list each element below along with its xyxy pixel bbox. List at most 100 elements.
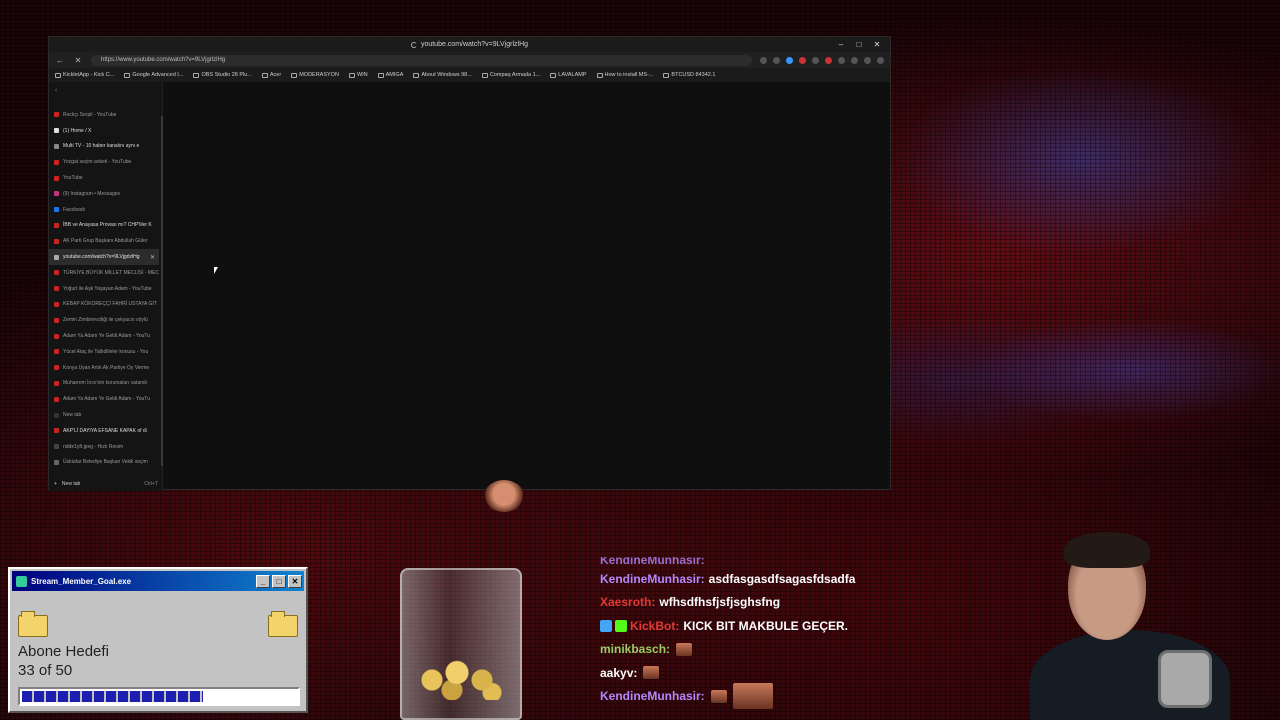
new-tab-button[interactable]: + New tab Ctrl+T [49,481,163,487]
collapse-sidebar-icon[interactable]: ‹ [49,82,162,100]
menu-icon[interactable] [877,56,884,64]
tab-item[interactable]: İBB ve Anayasa Provası mı? CHP'liler K [49,218,159,234]
chat-text: KICK BIT MAKBULE GEÇER. [683,618,849,633]
minimize-button[interactable]: – [832,37,850,52]
bookmark-icon [291,72,298,78]
url-field[interactable]: https://www.youtube.com/watch?v=9LVjgrlz… [91,54,752,66]
bookmark-label: Google Advanced I... [132,72,184,78]
close-tab-icon[interactable]: ✕ [150,254,155,261]
goal-window-title: Stream_Member_Goal.exe [31,576,132,586]
tab-item[interactable]: Multi TV - 10 haber kanalını aynı e [49,139,159,155]
goal-label: Abone Hedefi [18,643,109,660]
favorites-icon[interactable] [851,56,858,64]
tab-favicon-icon [54,270,59,276]
tab-item[interactable]: Yücel Ataç ile Tatlıdilleler konusu - Yo… [49,344,159,360]
tab-item[interactable]: Adam Ya Adam Ye Geldi Adam - YouTu [49,391,159,407]
back-icon[interactable]: ← [55,56,65,65]
bookmark-item[interactable]: Google Advanced I... [124,72,183,78]
tab-item[interactable]: Yoğurt ile Aşk Yaşayan Adam - YouTube [49,281,159,297]
loading-icon [410,41,417,48]
minimize-button[interactable]: _ [256,574,270,588]
maximize-button[interactable]: □ [850,37,868,52]
extension-icon[interactable] [773,56,780,64]
bookmark-item[interactable]: BTCUSD 84342.1 [663,72,715,78]
tab-title: İBB ve Anayasa Provası mı? CHP'liler K [63,222,152,229]
tab-item[interactable]: Facebook [49,202,159,218]
tab-item[interactable]: AKP'Lİ DAYIYA EFSANE KAPAK of di [49,423,159,439]
verified-badge-icon [615,619,627,632]
tab-favicon-icon [54,349,59,355]
tab-item[interactable]: ndde1yft.jpeg - Hızlı Resim [49,439,159,455]
tab-favicon-icon [54,238,59,244]
member-goal-window: Stream_Member_Goal.exe _ □ ✕ Abone Hedef… [8,567,308,713]
bookmark-label: AMIGA [385,72,404,78]
bookmark-item[interactable]: MODERASYON [291,72,339,78]
bookmark-item[interactable]: About Windows 98... [413,72,472,78]
tab-item[interactable]: AK Parti Grup Başkanı Abdullah Güler [49,233,159,249]
chat-username: KickBot: [630,618,680,633]
tab-favicon-icon [54,191,59,197]
bookmark-item[interactable]: KickletApp - Kick C... [55,72,114,78]
tab-item[interactable]: Zemin Zimbirevciliği ile çekyacın söylü [49,312,159,328]
bookmark-icon [481,72,488,78]
bookmark-item[interactable]: WIN [348,72,368,78]
tab-favicon-icon [54,380,59,386]
goal-count: 33 of 50 [18,662,73,679]
tab-favicon-icon [54,143,59,149]
bookmark-label: About Windows 98... [421,72,472,78]
tab-item[interactable]: KEBAP KÖKOREÇÇİ FAHRİ USTAYA GİT [49,297,159,313]
new-tab-label: New tab [61,481,81,487]
bookmark-label: LAVALAMP [558,72,587,78]
tab-item[interactable]: Muharrem İnce'nin korumaları vatandı [49,376,159,392]
profile-icon[interactable] [864,56,871,64]
plus-icon: + [54,481,57,487]
tab-item[interactable]: Adam Ya Adam Ye Geldi Adam - YouTu [49,328,159,344]
extension-icon[interactable] [786,56,793,64]
new-tab-shortcut: Ctrl+T [144,481,158,487]
tab-title: Yoğurt ile Aşk Yaşayan Adam - YouTube [63,285,152,292]
tab-item[interactable]: Konya Uyan Artık Ak Partiye Oy Verme [49,360,159,376]
tab-item[interactable]: (1) Home / X [49,123,159,139]
maximize-button[interactable]: □ [272,574,286,588]
tab-item[interactable]: youtube.com/watch?v=9LVjgrlzlHg ✕ [49,249,159,265]
tab-item[interactable]: (9) Instagram • Messages [49,186,159,202]
tab-title: TÜRKİYE BÜYÜK MİLLET MECLİSİ - MEC [63,269,159,276]
bookmark-icon [348,72,355,78]
extension-icon[interactable] [838,56,845,64]
tab-favicon-icon [54,128,59,134]
bookmark-item[interactable]: OBS Studio 28 Plu... [193,72,252,78]
tab-item[interactable]: Üsküdar Belediye Başkan Vekili seçim [49,455,159,471]
tab-favicon-icon [54,159,59,165]
tab-title: youtube.com/watch?v=9LVjgrlzlHg [63,254,140,261]
webcam-feed [1030,520,1260,720]
tab-item[interactable]: Yozgat seçim anketi - YouTube [49,154,159,170]
browser-title: youtube.com/watch?v=9LVjgrlzlHg [420,41,529,48]
toolbar-extensions [760,56,884,64]
bookmark-item[interactable]: Acer [261,72,281,78]
chat-text: asdfasgasdfsagasfdsadfa [708,571,856,586]
tab-list-scrollbar[interactable] [161,116,163,466]
tab-item[interactable]: New tab [49,407,159,423]
star-icon[interactable] [760,56,767,64]
bookmark-icon [261,72,268,78]
tab-item[interactable]: Rockçı Serpil - YouTube [49,107,159,123]
bookmark-item[interactable]: How to install MS-... [596,72,653,78]
close-button[interactable]: ✕ [288,574,302,588]
extension-icon[interactable] [799,56,806,64]
extension-icon[interactable] [825,56,832,64]
extension-icon[interactable] [812,56,819,64]
close-button[interactable]: ✕ [868,37,886,52]
tab-favicon-icon [54,301,59,307]
tab-title: Facebook [63,206,85,213]
bookmark-icon [663,72,670,78]
chat-message: KendineMunhasir: asdfasgasdfsagasfdsadfa [600,567,1020,591]
tab-item[interactable]: YouTube [49,170,159,186]
bookmark-item[interactable]: Compaq Armada 1... [481,72,540,78]
stop-icon[interactable]: ✕ [73,56,83,65]
tab-favicon-icon [54,396,59,402]
bookmark-item[interactable]: AMIGA [377,72,404,78]
tab-title: (9) Instagram • Messages [63,190,121,197]
bookmark-label: MODERASYON [299,72,339,78]
tab-item[interactable]: TÜRKİYE BÜYÜK MİLLET MECLİSİ - MEC [49,265,159,281]
bookmark-item[interactable]: LAVALAMP [550,72,587,78]
